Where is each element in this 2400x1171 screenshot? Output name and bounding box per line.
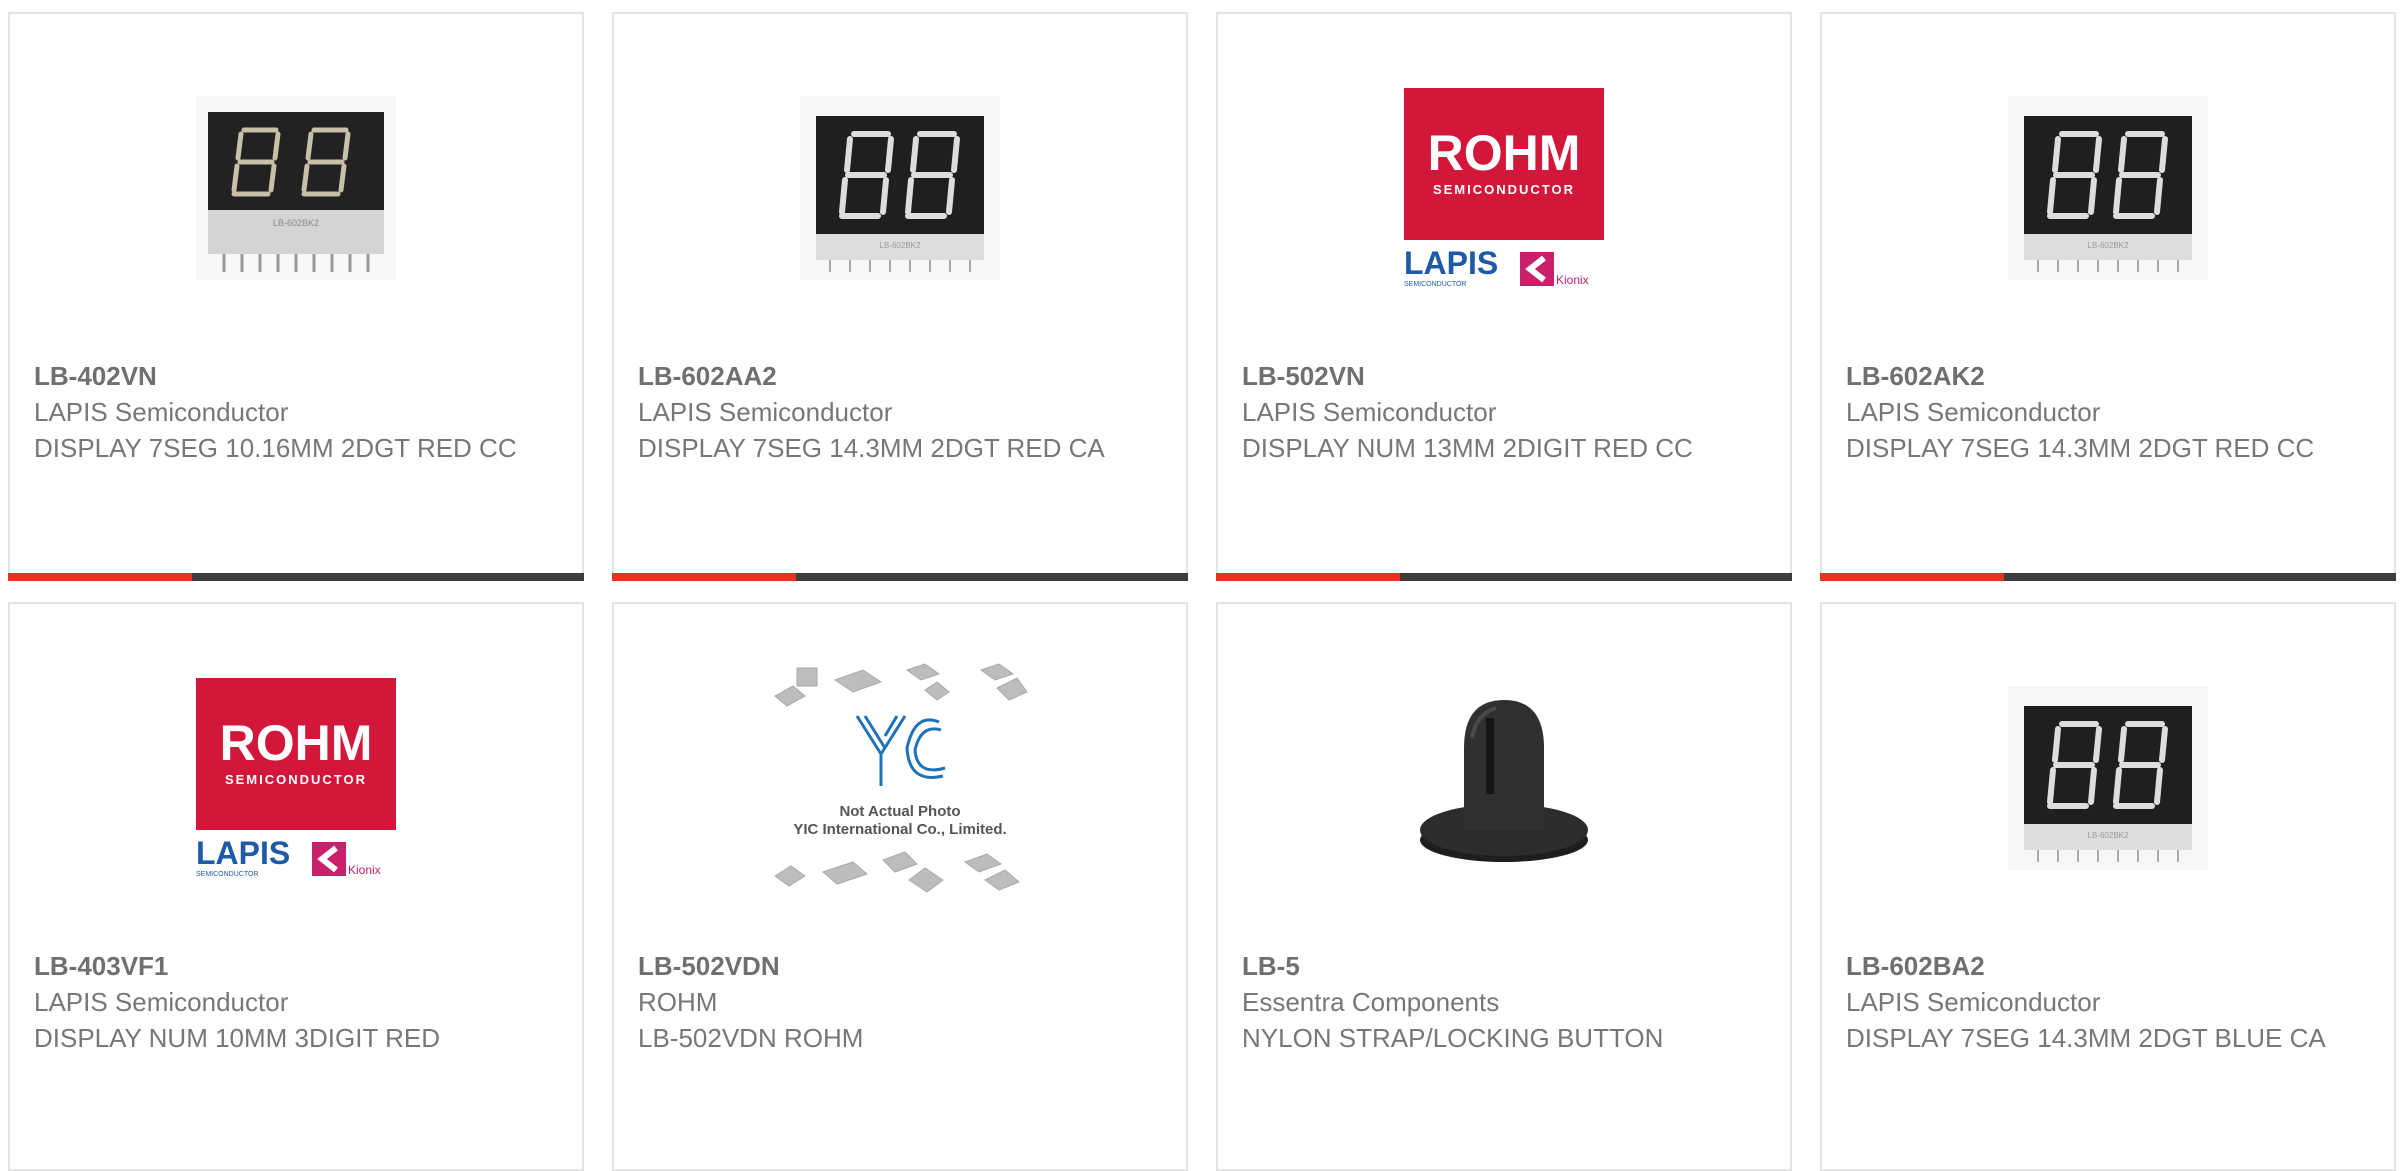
manufacturer: Essentra Components: [1242, 987, 1500, 1017]
seven-segment-display-image: LB-602BK2: [2008, 686, 2208, 870]
part-number[interactable]: LB-502VDN: [638, 948, 1162, 984]
part-number[interactable]: LB-602BA2: [1846, 948, 2370, 984]
product-card[interactable]: LB-5 Essentra Components NYLON STRAP/LOC…: [1216, 602, 1792, 1171]
manufacturer: LAPIS Semiconductor: [34, 397, 289, 427]
manufacturer: LAPIS Semiconductor: [1242, 397, 1497, 427]
card-accent-bar: [8, 573, 584, 581]
description: LB-502VDN ROHM: [638, 1023, 864, 1053]
description: NYLON STRAP/LOCKING BUTTON: [1242, 1023, 1664, 1053]
svg-text:Not Actual Photo: Not Actual Photo: [839, 803, 960, 820]
description: DISPLAY 7SEG 10.16MM 2DGT RED CC: [34, 433, 517, 463]
part-number[interactable]: LB-502VN: [1242, 358, 1766, 394]
product-card[interactable]: LB-602BK2 LB-602AK2 LAPIS Semiconductor …: [1820, 12, 2396, 581]
product-card[interactable]: LB-602BK2 LB-602AA2 LAPIS Semiconductor …: [612, 12, 1188, 581]
card-accent-bar: [612, 573, 1188, 581]
svg-text:LB-602BK2: LB-602BK2: [2088, 831, 2129, 840]
product-image[interactable]: LB-602BK2: [10, 72, 582, 304]
part-number[interactable]: LB-602AK2: [1846, 358, 2370, 394]
svg-text:LB-602BK2: LB-602BK2: [273, 218, 319, 228]
svg-text:SEMICONDUCTOR: SEMICONDUCTOR: [1433, 182, 1575, 197]
product-card[interactable]: LB-602BK2 LB-402VN LAPIS Semiconductor D…: [8, 12, 584, 581]
description: DISPLAY NUM 10MM 3DIGIT RED: [34, 1023, 440, 1053]
product-info: LB-602AA2 LAPIS Semiconductor DISPLAY 7S…: [638, 358, 1162, 466]
svg-text:Kionix: Kionix: [348, 863, 381, 877]
product-info: LB-5 Essentra Components NYLON STRAP/LOC…: [1242, 948, 1766, 1056]
part-number[interactable]: LB-403VF1: [34, 948, 558, 984]
product-info: LB-602BA2 LAPIS Semiconductor DISPLAY 7S…: [1846, 948, 2370, 1056]
product-image[interactable]: LB-602BK2: [1822, 72, 2394, 304]
product-image[interactable]: LB-602BK2: [1822, 662, 2394, 894]
rohm-lapis-kionix-logo: ROHM SEMICONDUCTOR LAPIS SEMICONDUCTOR K…: [1404, 88, 1604, 288]
product-card[interactable]: LB-602BK2 LB-602BA2 LAPIS Semiconductor …: [1820, 602, 2396, 1171]
part-number[interactable]: LB-402VN: [34, 358, 558, 394]
svg-text:Kionix: Kionix: [1556, 273, 1589, 287]
svg-text:LAPIS: LAPIS: [1404, 245, 1498, 281]
svg-text:YIC International Co., Limited: YIC International Co., Limited.: [793, 821, 1006, 838]
description: DISPLAY NUM 13MM 2DIGIT RED CC: [1242, 433, 1693, 463]
description: DISPLAY 7SEG 14.3MM 2DGT RED CA: [638, 433, 1105, 463]
rohm-lapis-kionix-logo: ROHM SEMICONDUCTOR LAPIS SEMICONDUCTOR K…: [196, 678, 396, 878]
manufacturer: LAPIS Semiconductor: [1846, 397, 2101, 427]
manufacturer: LAPIS Semiconductor: [638, 397, 893, 427]
product-info: LB-502VDN ROHM LB-502VDN ROHM: [638, 948, 1162, 1056]
manufacturer: LAPIS Semiconductor: [34, 987, 289, 1017]
svg-text:ROHM: ROHM: [1428, 125, 1581, 181]
product-card[interactable]: Not Actual Photo YIC International Co., …: [612, 602, 1188, 1171]
product-image[interactable]: [1218, 662, 1790, 894]
description: DISPLAY 7SEG 14.3MM 2DGT RED CC: [1846, 433, 2315, 463]
product-card[interactable]: ROHM SEMICONDUCTOR LAPIS SEMICONDUCTOR K…: [1216, 12, 1792, 581]
svg-text:SEMICONDUCTOR: SEMICONDUCTOR: [1404, 281, 1466, 288]
card-accent-bar: [1216, 573, 1792, 581]
product-info: LB-402VN LAPIS Semiconductor DISPLAY 7SE…: [34, 358, 558, 466]
manufacturer: LAPIS Semiconductor: [1846, 987, 2101, 1017]
locking-button-image: [1420, 700, 1588, 862]
seven-segment-display-image: LB-602BK2: [800, 96, 1000, 280]
description: DISPLAY 7SEG 14.3MM 2DGT BLUE CA: [1846, 1023, 2326, 1053]
product-image[interactable]: LB-602BK2: [614, 72, 1186, 304]
part-number[interactable]: LB-602AA2: [638, 358, 1162, 394]
product-image[interactable]: ROHM SEMICONDUCTOR LAPIS SEMICONDUCTOR K…: [1218, 72, 1790, 304]
part-number[interactable]: LB-5: [1242, 948, 1766, 984]
product-info: LB-502VN LAPIS Semiconductor DISPLAY NUM…: [1242, 358, 1766, 466]
product-info: LB-602AK2 LAPIS Semiconductor DISPLAY 7S…: [1846, 358, 2370, 466]
manufacturer: ROHM: [638, 987, 718, 1017]
card-accent-bar: [1820, 573, 2396, 581]
product-image[interactable]: ROHM SEMICONDUCTOR LAPIS SEMICONDUCTOR K…: [10, 662, 582, 894]
svg-text:ROHM: ROHM: [220, 715, 373, 771]
product-card[interactable]: ROHM SEMICONDUCTOR LAPIS SEMICONDUCTOR K…: [8, 602, 584, 1171]
product-info: LB-403VF1 LAPIS Semiconductor DISPLAY NU…: [34, 948, 558, 1056]
svg-text:LB-602BK2: LB-602BK2: [880, 241, 921, 250]
not-actual-photo-placeholder: Not Actual Photo YIC International Co., …: [774, 663, 1028, 893]
svg-text:LB-602BK2: LB-602BK2: [2088, 241, 2129, 250]
product-image[interactable]: Not Actual Photo YIC International Co., …: [614, 662, 1186, 894]
svg-text:SEMICONDUCTOR: SEMICONDUCTOR: [225, 772, 367, 787]
seven-segment-display-image: LB-602BK2: [196, 96, 396, 280]
svg-text:SEMICONDUCTOR: SEMICONDUCTOR: [196, 871, 258, 878]
seven-segment-display-image: LB-602BK2: [2008, 96, 2208, 280]
svg-text:LAPIS: LAPIS: [196, 835, 290, 871]
